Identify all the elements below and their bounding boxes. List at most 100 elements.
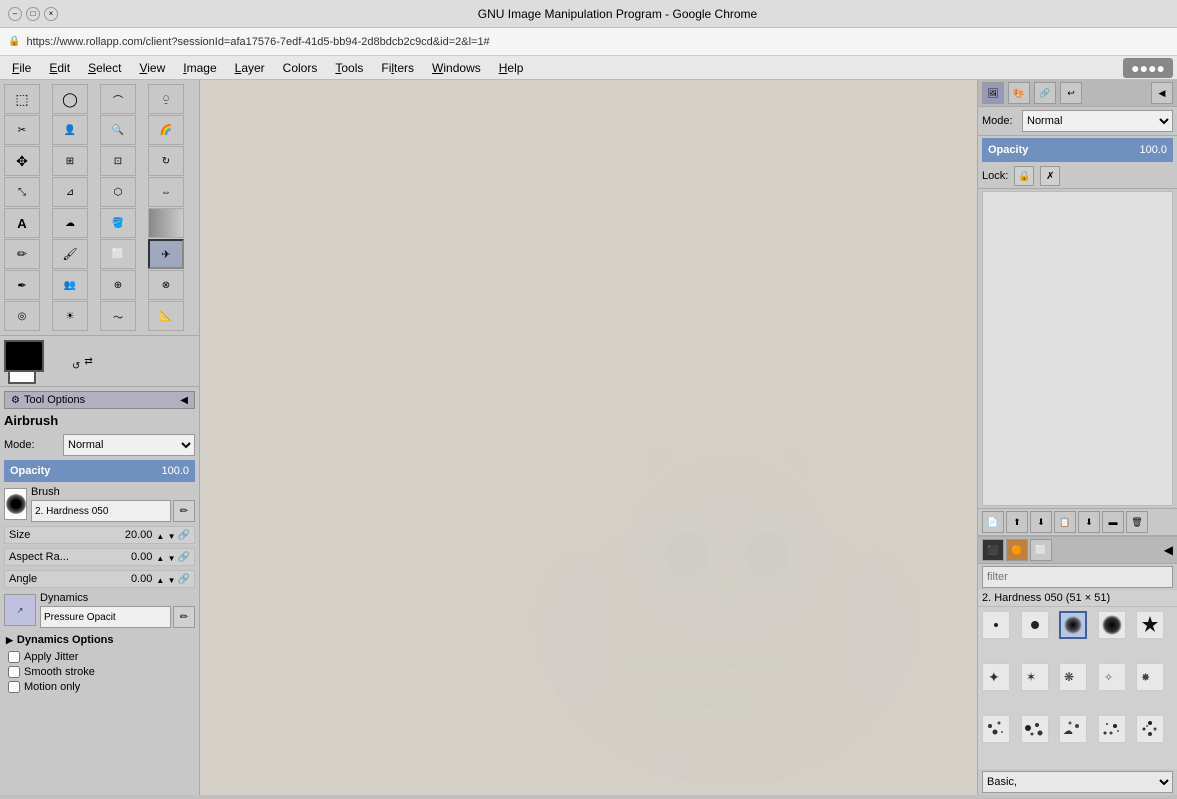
tool-color-picker2[interactable]: 🌈 xyxy=(148,115,184,145)
motion-only-checkbox[interactable] xyxy=(8,681,20,693)
tool-pencil[interactable]: ✏ xyxy=(4,239,40,269)
layers-mode-dropdown[interactable]: Normal xyxy=(1022,110,1173,132)
brush-filter-input[interactable] xyxy=(982,566,1173,588)
brush-cell-star[interactable] xyxy=(1136,611,1164,639)
menu-tools[interactable]: Tools xyxy=(327,59,371,77)
tool-airbrush-icon[interactable]: ✈ xyxy=(148,239,184,269)
layers-opacity-bar[interactable]: Opacity 100.0 xyxy=(982,138,1173,162)
tool-options-collapse[interactable]: ◀ xyxy=(180,395,188,406)
tool-paintbucket[interactable]: 🪣 xyxy=(100,208,136,238)
menu-layer[interactable]: Layer xyxy=(227,59,273,77)
menu-windows[interactable]: Windows xyxy=(424,59,489,77)
brush-cell-tiny[interactable] xyxy=(982,611,1010,639)
menu-select[interactable]: Select xyxy=(80,59,129,77)
tool-foreground-select[interactable]: 👤 xyxy=(52,115,88,145)
menu-help[interactable]: Help xyxy=(491,59,532,77)
tool-move[interactable]: ✥ xyxy=(4,146,40,176)
tool-clone[interactable]: 👥 xyxy=(52,270,88,300)
tool-ink[interactable]: ✒ xyxy=(4,270,40,300)
brush-cell-sparkle1[interactable]: ✦ xyxy=(982,663,1010,691)
menu-image[interactable]: Image xyxy=(175,59,224,77)
smooth-stroke-checkbox[interactable] xyxy=(8,666,20,678)
duplicate-layer-button[interactable]: 📋 xyxy=(1054,511,1076,533)
dynamics-preview-icon[interactable]: ↗ xyxy=(4,594,36,626)
lower-layer-button[interactable]: ⬇ xyxy=(1030,511,1052,533)
tool-text[interactable]: A xyxy=(4,208,40,238)
tool-rotate[interactable]: ↻ xyxy=(148,146,184,176)
size-link-icon[interactable]: 🔗 xyxy=(178,530,190,541)
new-layer-button[interactable]: 📄 xyxy=(982,511,1004,533)
brush-cell-scatter4[interactable] xyxy=(1098,715,1126,743)
lock-alpha-button[interactable]: 🔒 xyxy=(1014,166,1034,186)
dynamics-edit-button[interactable]: ✏ xyxy=(173,606,195,628)
brushes-panel-collapse[interactable]: ◀ xyxy=(1164,543,1173,557)
flatten-image-button[interactable]: ▬ xyxy=(1102,511,1124,533)
brush-cell-small[interactable] xyxy=(1021,611,1049,639)
brush-cell-sparkle5[interactable]: ✸ xyxy=(1136,663,1164,691)
tool-smudge[interactable]: 〜 xyxy=(100,301,136,331)
delete-layer-button[interactable]: 🗑 xyxy=(1126,511,1148,533)
brush-cell-sparkle2[interactable]: ✶ xyxy=(1021,663,1049,691)
tool-shear[interactable]: ⊿ xyxy=(52,177,88,207)
swap-colors-icon[interactable]: ⇄ xyxy=(84,356,92,367)
brush-cell-medium[interactable] xyxy=(1059,611,1087,639)
tool-free-select[interactable]: ⌒ xyxy=(100,84,136,114)
merge-down-button[interactable]: ⬇ xyxy=(1078,511,1100,533)
tool-perspective-clone[interactable]: ⊗ xyxy=(148,270,184,300)
brush-gradients-tab[interactable]: ⬜ xyxy=(1030,539,1052,561)
size-up-arrow[interactable]: ▲ xyxy=(156,532,164,541)
brush-patterns-tab[interactable]: 🟠 xyxy=(1006,539,1028,561)
angle-up-arrow[interactable]: ▲ xyxy=(156,576,164,585)
aspect-link-icon[interactable]: 🔗 xyxy=(178,552,190,563)
brush-cell-scatter5[interactable] xyxy=(1136,715,1164,743)
minimize-button[interactable]: – xyxy=(8,7,22,21)
brush-brushes-tab[interactable]: ⬛ xyxy=(982,539,1004,561)
lock-paint-button[interactable]: ✗ xyxy=(1040,166,1060,186)
menu-colors[interactable]: Colors xyxy=(275,59,326,77)
angle-down-arrow[interactable]: ▼ xyxy=(168,576,176,585)
layers-tab-icon[interactable]: 🖼 xyxy=(982,82,1004,104)
tool-align[interactable]: ⊞ xyxy=(52,146,88,176)
size-down-arrow[interactable]: ▼ xyxy=(168,532,176,541)
menu-view[interactable]: View xyxy=(131,59,173,77)
tool-crop[interactable]: ⊡ xyxy=(100,146,136,176)
tool-scissors[interactable]: ✂ xyxy=(4,115,40,145)
maximize-button[interactable]: □ xyxy=(26,7,40,21)
brush-cell-large[interactable] xyxy=(1098,611,1126,639)
paths-tab-icon[interactable]: 🔗 xyxy=(1034,82,1056,104)
opacity-bar[interactable]: Opacity 100.0 xyxy=(4,460,195,482)
aspect-up-arrow[interactable]: ▲ xyxy=(156,554,164,563)
aspect-down-arrow[interactable]: ▼ xyxy=(168,554,176,563)
tool-ellipse-select[interactable]: ◯ xyxy=(52,84,88,114)
tool-dodge-burn[interactable]: ☀ xyxy=(52,301,88,331)
channels-tab-icon[interactable]: 🎨 xyxy=(1008,82,1030,104)
tool-flip[interactable]: ⇔ xyxy=(148,177,184,207)
undo-tab-icon[interactable]: ↩ xyxy=(1060,82,1082,104)
foreground-color-swatch[interactable] xyxy=(4,340,44,372)
brush-cell-sparkle3[interactable]: ❋ xyxy=(1059,663,1087,691)
tool-rect-select[interactable]: ⬚ xyxy=(4,84,40,114)
right-panel-collapse[interactable]: ◀ xyxy=(1151,82,1173,104)
tool-blur-smudge[interactable]: ☁ xyxy=(52,208,88,238)
menu-filters[interactable]: Filters xyxy=(373,59,422,77)
raise-layer-button[interactable]: ⬆ xyxy=(1006,511,1028,533)
brush-cell-scatter3[interactable]: ☁ xyxy=(1059,715,1087,743)
brush-cell-scatter1[interactable] xyxy=(982,715,1010,743)
tool-paintbrush[interactable]: 🖌 xyxy=(52,239,88,269)
tool-eraser[interactable]: ⬜ xyxy=(100,239,136,269)
apply-jitter-checkbox[interactable] xyxy=(8,651,20,663)
dynamics-options-row[interactable]: ▶ Dynamics Options xyxy=(4,632,195,648)
tool-scale[interactable]: ⤡ xyxy=(4,177,40,207)
brush-name-input[interactable] xyxy=(31,500,171,522)
brush-preview-icon[interactable] xyxy=(4,488,27,520)
browser-window-controls[interactable]: – □ × xyxy=(8,7,58,21)
mode-dropdown[interactable]: Normal xyxy=(63,434,195,456)
brush-cell-sparkle4[interactable]: ✧ xyxy=(1098,663,1126,691)
tool-blur2[interactable]: ◎ xyxy=(4,301,40,331)
tool-measure[interactable]: 📐 xyxy=(148,301,184,331)
tool-heal[interactable]: ⊕ xyxy=(100,270,136,300)
color-reset-icon[interactable]: ↺ xyxy=(72,361,80,372)
close-button[interactable]: × xyxy=(44,7,58,21)
tool-zoom[interactable]: 🔍 xyxy=(100,115,136,145)
tool-perspective[interactable]: ⬡ xyxy=(100,177,136,207)
